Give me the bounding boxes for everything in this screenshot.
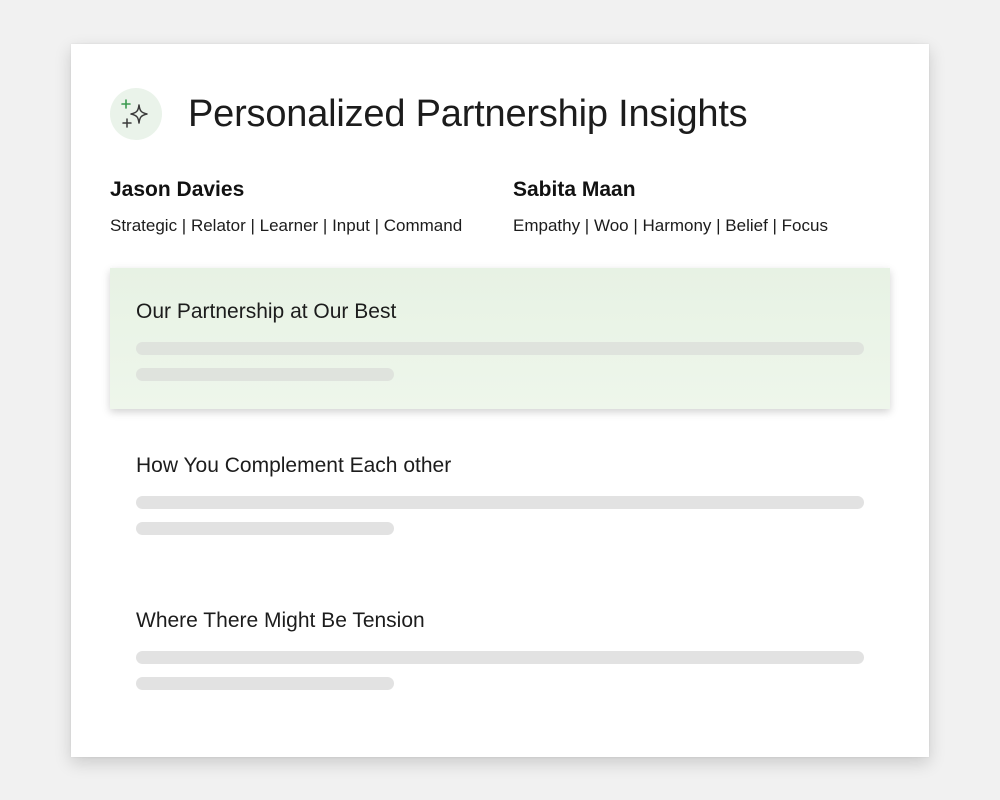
- placeholder-line: [136, 522, 394, 535]
- person-strengths: Empathy | Woo | Harmony | Belief | Focus: [513, 216, 828, 235]
- sparkle-icon: [110, 88, 162, 140]
- insight-section-best[interactable]: Our Partnership at Our Best: [110, 268, 890, 409]
- section-title: How You Complement Each other: [136, 454, 452, 477]
- placeholder-line: [136, 651, 864, 664]
- person-sabita: Sabita Maan Empathy | Woo | Harmony | Be…: [513, 178, 828, 236]
- placeholder-line: [136, 496, 864, 509]
- insight-section-tension[interactable]: Where There Might Be Tension: [110, 577, 890, 718]
- insights-card: Personalized Partnership Insights Jason …: [71, 44, 929, 757]
- placeholder-line: [136, 342, 864, 355]
- person-name: Sabita Maan: [513, 178, 636, 201]
- page-title: Personalized Partnership Insights: [188, 92, 748, 135]
- section-title: Our Partnership at Our Best: [136, 300, 397, 323]
- person-jason: Jason Davies Strategic | Relator | Learn…: [110, 178, 462, 236]
- insight-section-complement[interactable]: How You Complement Each other: [110, 422, 890, 563]
- placeholder-line: [136, 677, 394, 690]
- person-strengths: Strategic | Relator | Learner | Input | …: [110, 216, 463, 235]
- person-name: Jason Davies: [110, 178, 245, 201]
- card-header: Personalized Partnership Insights: [110, 88, 748, 140]
- placeholder-line: [136, 368, 394, 381]
- section-title: Where There Might Be Tension: [136, 609, 425, 632]
